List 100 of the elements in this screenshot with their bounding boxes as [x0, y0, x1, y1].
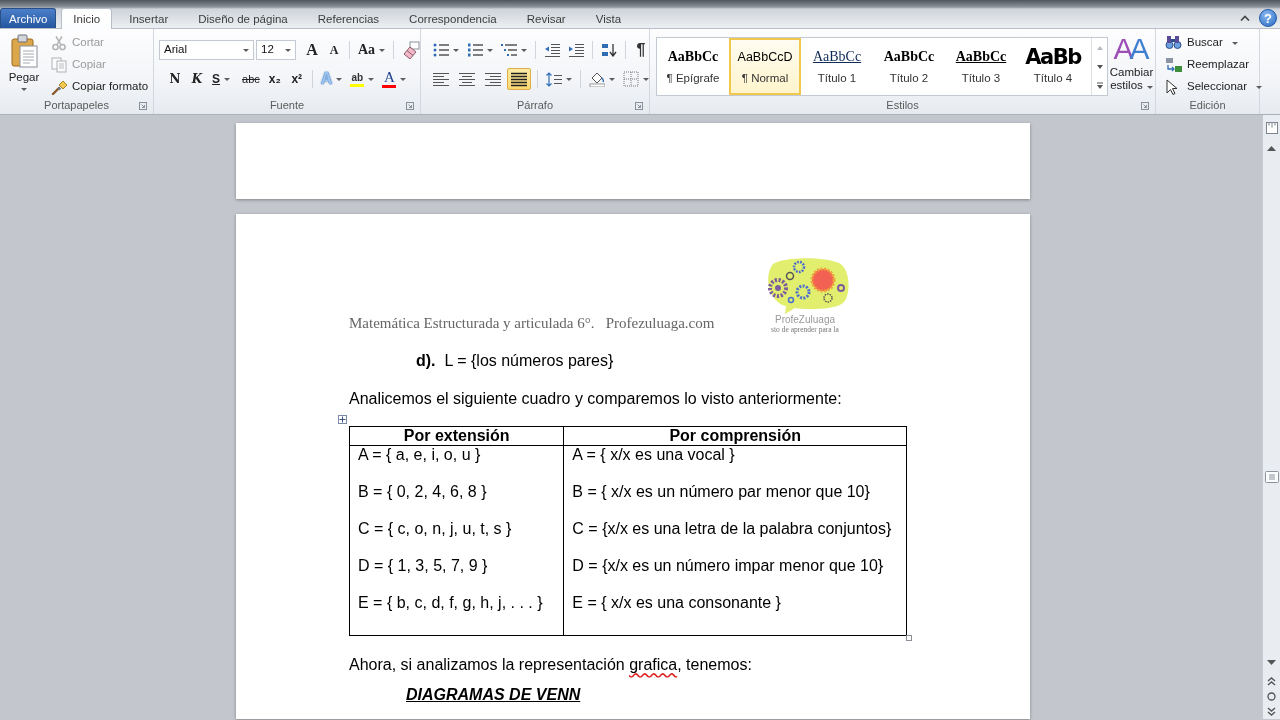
- find-button[interactable]: Buscar: [1162, 32, 1266, 54]
- superscript-button[interactable]: x²: [285, 68, 308, 90]
- previous-page-icon[interactable]: [1267, 677, 1276, 686]
- replace-button[interactable]: Reemplazar: [1162, 54, 1266, 76]
- caret-icon: [609, 77, 615, 81]
- scissors-icon: [51, 35, 67, 51]
- ribbon-tab[interactable]: Vista: [580, 8, 637, 28]
- grow-font-button[interactable]: A: [301, 39, 323, 61]
- copy-icon: [51, 57, 67, 73]
- scroll-thumb[interactable]: [1264, 471, 1279, 483]
- paste-button[interactable]: Pegar: [0, 29, 48, 98]
- style-option[interactable]: AaBbCc ¶ Epígrafe: [657, 38, 729, 95]
- caret-icon: [643, 77, 649, 81]
- logo-text: ProfeZuluaga: [774, 314, 835, 325]
- ribbon-tab[interactable]: Correspondencia: [394, 8, 512, 28]
- strikethrough-button[interactable]: abc: [238, 68, 264, 90]
- list-item-text: d). L = {los números pares}: [415, 352, 615, 370]
- numbered-list-icon: [467, 43, 483, 57]
- collapse-ribbon-icon[interactable]: [1240, 15, 1250, 21]
- select-button[interactable]: Seleccionar: [1162, 76, 1266, 98]
- line-spacing-icon: [546, 71, 562, 87]
- subscript-button[interactable]: x₂: [263, 68, 286, 90]
- table-cell: B = { 0, 2, 4, 6, 8 }: [349, 482, 564, 520]
- align-button[interactable]: [507, 68, 531, 90]
- style-option[interactable]: AaBbCc Título 3: [945, 38, 1017, 95]
- bulleted-list-icon: [433, 43, 449, 57]
- caret-icon: [379, 48, 386, 52]
- decrease-indent-icon: [544, 42, 560, 58]
- caret-icon: [453, 48, 459, 52]
- table-cell: D = {x/x es un número impar menor que 10}: [563, 556, 907, 594]
- font-name-field[interactable]: Arial: [159, 40, 254, 60]
- dialog-launcher-icon[interactable]: [139, 102, 147, 110]
- table-cell: A = { a, e, i, o, u }: [349, 445, 564, 483]
- multilevel-list-icon: [501, 43, 517, 57]
- browse-object-icon[interactable]: [1267, 692, 1276, 701]
- sort-icon: [601, 43, 617, 57]
- paintbrush-icon: [51, 79, 67, 95]
- style-option[interactable]: AaBb Título 4: [1017, 38, 1089, 95]
- caret-icon: [368, 77, 375, 81]
- scroll-up-icon[interactable]: [1267, 146, 1276, 151]
- ruler-toggle-icon[interactable]: [1265, 122, 1278, 134]
- style-option[interactable]: AaBbCc Título 2: [873, 38, 945, 95]
- borders-icon: [623, 71, 639, 87]
- caret-icon: [21, 87, 27, 91]
- table-cell: E = { b, c, d, f, g, h, j, . . . }: [349, 593, 564, 636]
- ribbon-tab[interactable]: Inicio: [61, 8, 113, 29]
- ribbon-tab[interactable]: Diseño de página: [183, 8, 303, 28]
- change-case-button[interactable]: Aa: [354, 39, 390, 61]
- font-size-field[interactable]: 12: [256, 40, 296, 60]
- table-cell: B = { x/x es un número par menor que 10}: [563, 482, 907, 520]
- table-cell: D = { 1, 3, 5, 7, 9 }: [349, 556, 564, 594]
- justify-icon: [511, 71, 527, 87]
- font-color-button[interactable]: A: [378, 68, 411, 90]
- dialog-launcher-icon[interactable]: [406, 102, 414, 110]
- increase-indent-icon: [568, 42, 584, 58]
- shrink-font-button[interactable]: A: [323, 39, 345, 61]
- style-option[interactable]: AaBbCc Título 1: [801, 38, 873, 95]
- caret-icon: [400, 77, 407, 81]
- group-label: Fuente: [268, 99, 306, 113]
- table-move-handle-icon[interactable]: [338, 415, 347, 424]
- column-header: Por comprensión: [563, 426, 907, 446]
- change-styles-button[interactable]: AA Cambiar estilos: [1108, 29, 1155, 98]
- binoculars-icon: [1165, 35, 1182, 51]
- eraser-icon: [402, 41, 421, 59]
- align-left-icon: [433, 71, 449, 87]
- format-painter-button[interactable]: Copiar formato: [48, 76, 152, 98]
- caret-icon: [336, 77, 343, 81]
- paragraph-text: Analicemos el siguiente cuadro y comparemos lo visto anteriormente:: [349, 390, 843, 408]
- table-cell: C = {x/x es una letra de la palabra conjuntos}: [563, 519, 907, 557]
- group-label: Párrafo: [515, 99, 555, 113]
- style-option[interactable]: AaBbCcD ¶ Normal: [729, 38, 801, 95]
- group-label: Edición: [1188, 99, 1227, 113]
- italic-button[interactable]: K: [186, 68, 208, 90]
- caret-icon: [487, 48, 493, 52]
- caret-icon: [566, 77, 572, 81]
- paragraph-text: Ahora, si analizamos la representación grafica, tenemos:: [349, 656, 753, 674]
- underline-button[interactable]: S: [208, 68, 234, 90]
- table-resize-handle-icon[interactable]: [906, 635, 912, 641]
- paint-bucket-icon: [589, 71, 605, 87]
- column-header: Por extensión: [349, 426, 564, 446]
- next-page-icon[interactable]: [1267, 707, 1276, 716]
- caret-icon: [285, 48, 291, 52]
- replace-icon: [1165, 57, 1182, 73]
- ribbon-tab[interactable]: Insertar: [114, 8, 184, 28]
- align-center-icon: [459, 71, 475, 87]
- caret-icon: [1146, 86, 1153, 89]
- dialog-launcher-icon[interactable]: [635, 102, 643, 110]
- bold-button[interactable]: N: [164, 68, 186, 90]
- clipboard-icon: [9, 34, 39, 68]
- ribbon-tab[interactable]: Revisar: [511, 8, 581, 28]
- highlight-button[interactable]: ab: [346, 68, 379, 90]
- scroll-down-icon[interactable]: [1267, 660, 1276, 665]
- table-cell: A = { x/x es una vocal }: [563, 445, 907, 483]
- caret-icon: [521, 48, 527, 52]
- show-marks-button[interactable]: ¶: [630, 39, 652, 61]
- group-label: Portapapeles: [43, 99, 110, 113]
- table-cell: E = { x/x es una consonante }: [563, 593, 907, 636]
- dialog-launcher-icon[interactable]: [1141, 102, 1149, 110]
- ribbon-tab[interactable]: Referencias: [302, 8, 395, 28]
- file-tab[interactable]: Archivo: [0, 8, 57, 28]
